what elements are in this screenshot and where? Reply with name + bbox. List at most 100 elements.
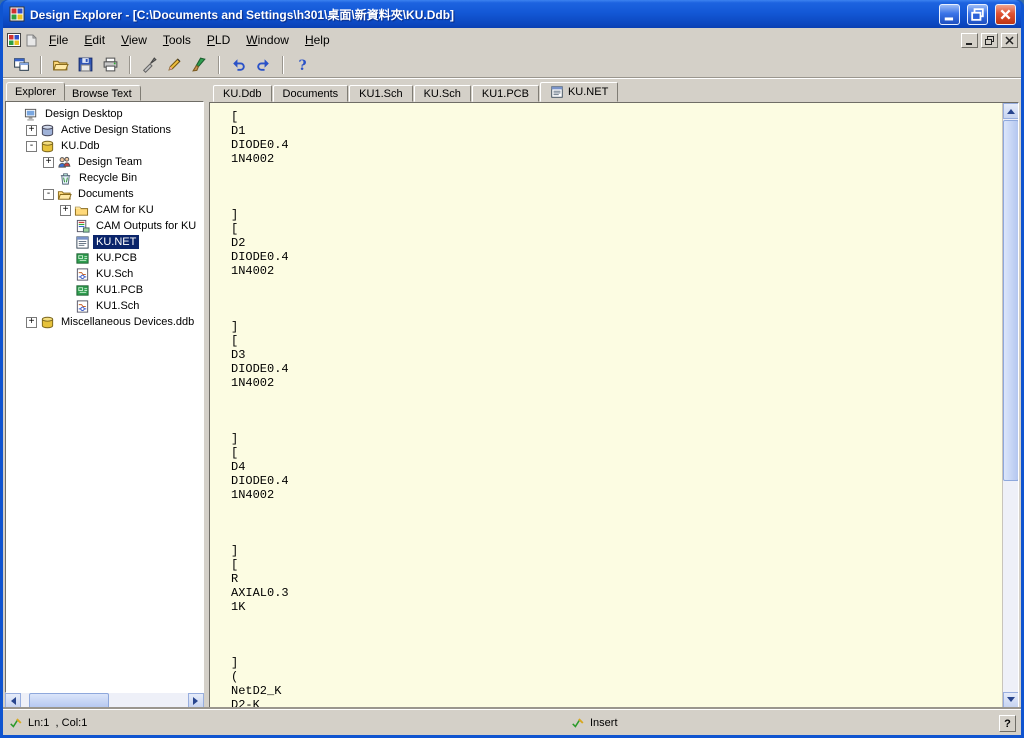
- toolbar-separator: [218, 56, 220, 74]
- open-button[interactable]: [49, 54, 72, 76]
- child-close-button[interactable]: [1001, 33, 1018, 48]
- tree-item-ku1-pcb[interactable]: KU1.PCB: [6, 282, 203, 298]
- editor-text[interactable]: [ D1 DIODE0.4 1N4002 ] [ D2 DIODE0.4 1N4…: [210, 103, 1018, 709]
- expand-toggle[interactable]: +: [60, 205, 71, 216]
- tree-item-ku-pcb[interactable]: KU.PCB: [6, 250, 203, 266]
- folder-open-icon: [57, 187, 72, 202]
- document-tab-ku-ddb[interactable]: KU.Ddb: [213, 85, 272, 102]
- expand-toggle[interactable]: -: [26, 141, 37, 152]
- minimize-button[interactable]: [939, 4, 960, 25]
- tree-item-miscellaneous-devices-ddb[interactable]: + Miscellaneous Devices.ddb: [6, 314, 203, 330]
- pencil-button[interactable]: [163, 54, 186, 76]
- brush-button[interactable]: [188, 54, 211, 76]
- tree-item-ku-net[interactable]: KU.NET: [6, 234, 203, 250]
- toolbar: ?: [3, 52, 1021, 78]
- tree-item-documents[interactable]: -Documents: [6, 186, 203, 202]
- tree-item-label: Design Desktop: [42, 107, 126, 121]
- tab-browse-text[interactable]: Browse Text: [63, 85, 141, 101]
- menubar: File Edit View Tools PLD Window Help: [3, 28, 1021, 52]
- tree-item-label: KU.Ddb: [58, 139, 103, 153]
- menu-pld[interactable]: PLD: [200, 30, 237, 50]
- print-button[interactable]: [99, 54, 122, 76]
- editor-vertical-scrollbar[interactable]: [1002, 103, 1018, 708]
- document-tab-ku-sch[interactable]: KU.Sch: [414, 85, 471, 102]
- tree-item-label: KU.PCB: [93, 251, 140, 265]
- tree-item-label: Miscellaneous Devices.ddb: [58, 315, 197, 329]
- insert-mode-icon: [571, 716, 585, 730]
- net-icon: [550, 85, 564, 99]
- expand-toggle[interactable]: +: [43, 157, 54, 168]
- tab-explorer[interactable]: Explorer: [6, 82, 65, 101]
- restore-button[interactable]: [967, 4, 988, 25]
- scroll-down-button[interactable]: [1003, 692, 1019, 708]
- help-button[interactable]: ?: [291, 54, 314, 76]
- tree-item-label: KU.NET: [93, 235, 139, 249]
- status-help-button[interactable]: ?: [999, 715, 1016, 732]
- tree-horizontal-scrollbar[interactable]: [5, 693, 204, 709]
- tree-indent: [60, 220, 72, 232]
- tree-item-label: CAM for KU: [92, 203, 157, 217]
- database-icon: [40, 315, 55, 330]
- expand-toggle[interactable]: +: [26, 125, 37, 136]
- child-system-icon[interactable]: [6, 32, 22, 48]
- scroll-left-button[interactable]: [5, 693, 21, 709]
- scroll-track[interactable]: [21, 693, 188, 709]
- svg-text:?: ?: [298, 58, 306, 73]
- scroll-up-button[interactable]: [1003, 103, 1019, 119]
- tree-item-active-design-stations[interactable]: + Active Design Stations: [6, 122, 203, 138]
- scroll-track[interactable]: [1003, 119, 1018, 692]
- tree-item-label: KU.Sch: [93, 267, 136, 281]
- tree-item-design-desktop[interactable]: Design Desktop: [6, 106, 203, 122]
- tree-item-label: CAM Outputs for KU: [93, 219, 199, 233]
- menu-help[interactable]: Help: [298, 30, 337, 50]
- titlebar[interactable]: Design Explorer - [C:\Documents and Sett…: [3, 0, 1021, 28]
- panel-tabs: Explorer Browse Text: [5, 82, 204, 101]
- menu-tools[interactable]: Tools: [156, 30, 198, 50]
- document-tab-ku1-pcb[interactable]: KU1.PCB: [472, 85, 539, 102]
- tree-item-label: Design Team: [75, 155, 145, 169]
- document-tab-label: KU.Ddb: [223, 88, 262, 100]
- document-tab-documents[interactable]: Documents: [273, 85, 349, 102]
- child-minimize-button[interactable]: [961, 33, 978, 48]
- team-icon: [57, 155, 72, 170]
- menu-edit[interactable]: Edit: [77, 30, 112, 50]
- scroll-thumb[interactable]: [29, 693, 109, 709]
- menu-file[interactable]: File: [42, 30, 75, 50]
- tree-item-ku-sch[interactable]: KU.Sch: [6, 266, 203, 282]
- save-button[interactable]: [74, 54, 97, 76]
- tree-item-ku-ddb[interactable]: - KU.Ddb: [6, 138, 203, 154]
- scroll-right-button[interactable]: [188, 693, 204, 709]
- scroll-thumb[interactable]: [1003, 120, 1019, 481]
- statusbar: Ln:1 , Col:1 Insert ?: [3, 709, 1021, 735]
- expand-toggle[interactable]: -: [43, 189, 54, 200]
- tree-item-label: Recycle Bin: [76, 171, 140, 185]
- tree-item-design-team[interactable]: + Design Team: [6, 154, 203, 170]
- application-window: Design Explorer - [C:\Documents and Sett…: [0, 0, 1024, 738]
- menu-view[interactable]: View: [114, 30, 154, 50]
- knife-button[interactable]: [138, 54, 161, 76]
- redo-button[interactable]: [252, 54, 275, 76]
- tree-item-cam-for-ku[interactable]: + CAM for KU: [6, 202, 203, 218]
- close-button[interactable]: [995, 4, 1016, 25]
- expand-toggle[interactable]: +: [26, 317, 37, 328]
- menu-window[interactable]: Window: [239, 30, 296, 50]
- document-tabs: KU.Ddb Documents KU1.Sch KU.Sch KU1.PCB KU.NE…: [209, 82, 1019, 102]
- document-icon: [24, 32, 40, 48]
- tree-indent: [60, 284, 72, 296]
- tree-item-recycle-bin[interactable]: Recycle Bin: [6, 170, 203, 186]
- toolbar-separator: [40, 56, 42, 74]
- undo-button[interactable]: [227, 54, 250, 76]
- document-tab-label: KU.Sch: [424, 88, 461, 100]
- document-tab-ku1-sch[interactable]: KU1.Sch: [349, 85, 412, 102]
- document-tab-label: KU1.PCB: [482, 88, 529, 100]
- document-tab-ku-net[interactable]: KU.NET: [540, 82, 618, 102]
- tree-item-label: KU1.Sch: [93, 299, 142, 313]
- tree-item-label: Active Design Stations: [58, 123, 174, 137]
- explorer-panel-button[interactable]: [10, 54, 33, 76]
- editor[interactable]: [ D1 DIODE0.4 1N4002 ] [ D2 DIODE0.4 1N4…: [209, 102, 1019, 709]
- child-restore-button[interactable]: [981, 33, 998, 48]
- tree-item-ku1-sch[interactable]: KU1.Sch: [6, 298, 203, 314]
- tree-item-cam-outputs-for-ku[interactable]: CAM Outputs for KU: [6, 218, 203, 234]
- tree-indent: [9, 108, 21, 120]
- document-tab-label: Documents: [283, 88, 339, 100]
